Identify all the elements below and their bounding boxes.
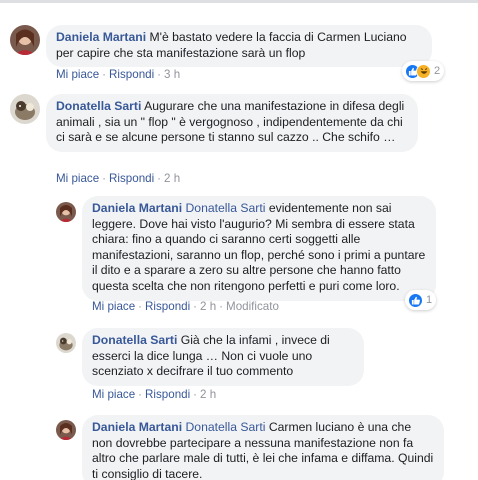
mention-link[interactable]: Donatella Sarti [185,201,265,215]
avatar-donatella-sarti[interactable] [56,333,76,353]
avatar-daniela-martani[interactable] [56,202,76,222]
comment-author[interactable]: Daniela Martani [56,30,146,44]
comment-actions: Mi piace · Rispondi · 3 h [56,68,181,81]
comment-author[interactable]: Daniela Martani [92,420,182,434]
like-link[interactable]: Mi piace [56,68,99,81]
comment-author[interactable]: Donatella Sarti [56,99,141,113]
comment-actions: Mi piace · Rispondi · 2 h · Modificato [92,300,279,313]
reply-link[interactable]: Rispondi [109,172,154,185]
reaction-count: 2 [434,65,441,77]
reactions-summary[interactable]: 1 [405,290,437,310]
reply-link[interactable]: Rispondi [145,388,190,401]
comment-bubble: Donatella Sarti Già che la infami , inve… [82,328,364,386]
top-divider [0,0,478,3]
reaction-count: 1 [426,294,433,306]
reply-link[interactable]: Rispondi [145,300,190,313]
avatar-daniela-martani[interactable] [10,25,40,55]
like-link[interactable]: Mi piace [92,388,135,401]
like-link[interactable]: Mi piace [92,300,135,313]
comment-bubble: Daniela Martani Donatella Sarti Carmen l… [82,415,444,480]
comment-time[interactable]: 2 h [164,172,180,185]
like-link[interactable]: Mi piace [56,172,99,185]
comment-actions: Mi piace · Rispondi · 2 h [56,172,181,185]
comment-time[interactable]: 2 h [200,300,216,313]
comment-author[interactable]: Daniela Martani [92,201,182,215]
avatar-donatella-sarti[interactable] [10,94,40,124]
comment-actions: Mi piace · Rispondi · 2 h [92,388,217,401]
comment-bubble: Donatella Sarti Augurare che una manifes… [46,94,418,152]
comment-time[interactable]: 2 h [200,388,216,401]
reactions-summary[interactable]: 2 [402,61,445,81]
comment-time[interactable]: 3 h [164,68,180,81]
comment-bubble: Daniela Martani M'è bastato vedere la fa… [46,25,432,68]
edited-label[interactable]: Modificato [226,300,279,313]
reply-link[interactable]: Rispondi [109,68,154,81]
comment-bubble: Daniela Martani Donatella Sarti evidente… [82,196,436,301]
mention-link[interactable]: Donatella Sarti [185,420,265,434]
like-icon [408,292,423,308]
avatar-daniela-martani[interactable] [56,420,76,440]
haha-icon [416,63,431,79]
comment-author[interactable]: Donatella Sarti [92,333,177,347]
